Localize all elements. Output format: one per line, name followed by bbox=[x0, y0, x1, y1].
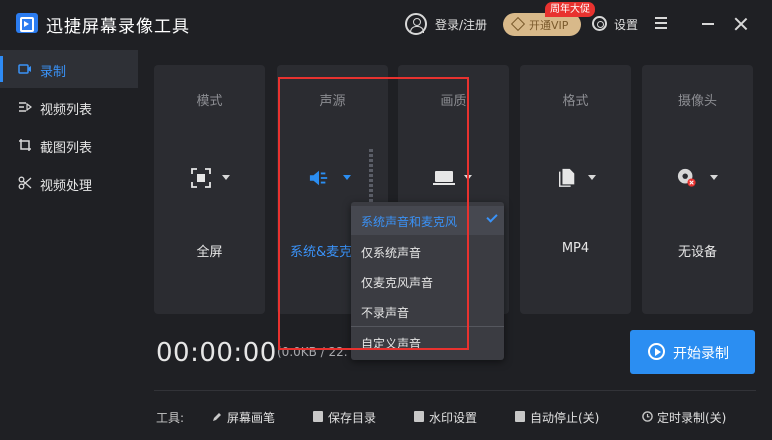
card-value: MP4 bbox=[561, 241, 590, 256]
divider bbox=[154, 390, 756, 391]
auto-stop-icon bbox=[515, 411, 525, 422]
card-title: 格式 bbox=[562, 94, 589, 109]
record-icon bbox=[18, 64, 31, 74]
recording-timer: 00:00:00 bbox=[156, 338, 277, 368]
fullscreen-icon bbox=[191, 168, 211, 188]
format-card[interactable]: 格式 MP4 bbox=[520, 65, 631, 314]
dropdown-option-custom[interactable]: 自定义声音 bbox=[351, 328, 504, 357]
chevron-down-icon[interactable] bbox=[710, 175, 718, 180]
title-bar: 迅捷屏幕录像工具 登录/注册 开通VIP 周年大促 设置 bbox=[0, 0, 772, 48]
menu-icon[interactable] bbox=[655, 17, 667, 29]
sidebar-item-label: 视频处理 bbox=[40, 179, 93, 194]
sidebar: 录制 视频列表 截图列表 视频处理 bbox=[0, 48, 138, 440]
pen-icon bbox=[213, 413, 221, 421]
sidebar-item-video-list[interactable]: 视频列表 bbox=[0, 88, 138, 126]
close-icon[interactable] bbox=[734, 17, 748, 31]
screenshot-list-icon bbox=[19, 139, 31, 151]
card-title: 模式 bbox=[196, 94, 223, 109]
chevron-down-icon[interactable] bbox=[464, 175, 472, 180]
tool-label: 自动停止(关) bbox=[530, 411, 600, 425]
tool-label: 水印设置 bbox=[429, 411, 478, 425]
monitor-icon bbox=[433, 171, 455, 185]
tool-label: 定时录制(关) bbox=[657, 411, 727, 425]
promo-badge: 周年大促 bbox=[545, 2, 595, 17]
file-icon bbox=[559, 168, 575, 187]
start-recording-button[interactable]: 开始录制 bbox=[630, 330, 755, 374]
card-value: 全屏 bbox=[196, 245, 223, 260]
dropdown-option-no-audio[interactable]: 不录声音 bbox=[351, 297, 504, 326]
sidebar-item-label: 截图列表 bbox=[40, 141, 93, 156]
audio-source-dropdown: 系统声音和麦克风 仅系统声音 仅麦克风声音 不录声音 自定义声音 bbox=[351, 202, 504, 360]
dropdown-option-label: 自定义声音 bbox=[361, 337, 422, 351]
chevron-down-icon[interactable] bbox=[222, 175, 230, 180]
dropdown-divider bbox=[351, 326, 504, 327]
tool-label: 屏幕画笔 bbox=[227, 411, 276, 425]
diamond-icon bbox=[510, 16, 526, 32]
user-icon[interactable] bbox=[405, 13, 427, 35]
sidebar-item-label: 录制 bbox=[40, 65, 67, 80]
tool-label: 保存目录 bbox=[328, 411, 377, 425]
app-title: 迅捷屏幕录像工具 bbox=[46, 17, 190, 37]
video-list-icon bbox=[19, 102, 32, 112]
minimize-icon[interactable] bbox=[702, 23, 714, 25]
settings-icon[interactable] bbox=[592, 16, 607, 31]
recording-file-size: (0.0KB / 22. bbox=[277, 345, 348, 359]
sidebar-item-label: 视频列表 bbox=[40, 103, 93, 118]
sidebar-item-video-process[interactable]: 视频处理 bbox=[0, 164, 138, 202]
app-logo-icon bbox=[16, 13, 38, 33]
dropdown-option-system-and-mic[interactable]: 系统声音和麦克风 bbox=[351, 206, 504, 235]
start-recording-label: 开始录制 bbox=[673, 346, 729, 362]
app-window: 迅捷屏幕录像工具 登录/注册 开通VIP 周年大促 设置 录制 视频列表 截图列… bbox=[0, 0, 772, 440]
camera-card[interactable]: 摄像头 无设备 bbox=[642, 65, 753, 314]
card-title: 画质 bbox=[440, 94, 467, 109]
video-process-icon bbox=[18, 176, 32, 190]
login-register-link[interactable]: 登录/注册 bbox=[435, 16, 487, 33]
tools-label: 工具: bbox=[156, 411, 185, 425]
dropdown-option-label: 仅麦克风声音 bbox=[361, 276, 434, 290]
timer-icon bbox=[642, 411, 653, 422]
speaker-icon bbox=[309, 170, 328, 186]
vip-button-label: 开通VIP bbox=[529, 19, 569, 32]
card-title: 声源 bbox=[319, 94, 346, 109]
chevron-down-icon[interactable] bbox=[343, 175, 351, 180]
dropdown-option-label: 系统声音和麦克风 bbox=[361, 215, 458, 229]
mode-card[interactable]: 模式 全屏 bbox=[154, 65, 265, 314]
watermark-icon bbox=[414, 411, 424, 422]
settings-button[interactable]: 设置 bbox=[614, 16, 638, 33]
card-title: 摄像头 bbox=[677, 94, 717, 109]
sidebar-item-screenshot-list[interactable]: 截图列表 bbox=[0, 126, 138, 164]
card-value: 无设备 bbox=[677, 245, 717, 260]
camera-icon bbox=[677, 168, 696, 187]
chevron-down-icon[interactable] bbox=[588, 175, 596, 180]
dropdown-option-mic-only[interactable]: 仅麦克风声音 bbox=[351, 267, 504, 296]
dropdown-option-label: 不录声音 bbox=[361, 306, 410, 320]
sidebar-item-record[interactable]: 录制 bbox=[0, 50, 138, 88]
play-icon bbox=[648, 343, 665, 360]
tools-bar: 工具: 屏幕画笔 保存目录 水印设置 自动停止(关) 定时录制(关) bbox=[154, 408, 772, 426]
dropdown-option-label: 仅系统声音 bbox=[361, 246, 422, 260]
dropdown-option-system-only[interactable]: 仅系统声音 bbox=[351, 237, 504, 266]
checkmark-icon bbox=[486, 211, 498, 223]
folder-icon bbox=[313, 411, 323, 422]
